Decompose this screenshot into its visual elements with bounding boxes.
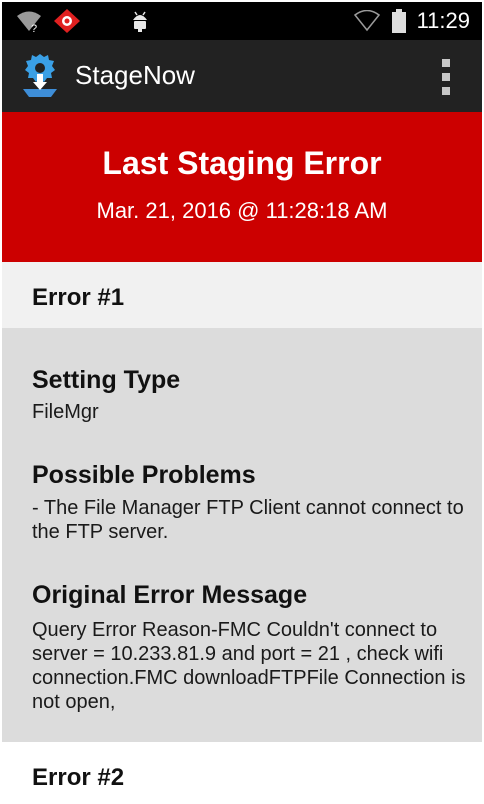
error-2-label: Error #2 bbox=[32, 764, 125, 791]
status-bar-time: 11:29 bbox=[416, 8, 470, 33]
setting-type-heading: Setting Type bbox=[32, 366, 181, 394]
battery-icon bbox=[392, 9, 406, 38]
possible-problems-text: - The File Manager FTP Client cannot con… bbox=[32, 497, 464, 543]
possible-problems-heading: Possible Problems bbox=[32, 461, 256, 489]
status-bar: ? 11:29 bbox=[2, 2, 482, 40]
stagenow-notification-icon bbox=[53, 8, 81, 39]
error-1-details: Setting Type FileMgr Possible Problems -… bbox=[2, 328, 482, 742]
error-2-header[interactable]: Error #2 bbox=[2, 742, 482, 804]
staging-error-header: Last Staging Error Mar. 21, 2016 @ 11:28… bbox=[2, 112, 482, 262]
page-title: Last Staging Error bbox=[102, 145, 382, 181]
stagenow-logo-icon[interactable] bbox=[20, 52, 60, 103]
error-1-header[interactable]: Error #1 bbox=[2, 262, 482, 328]
original-error-heading: Original Error Message bbox=[32, 581, 308, 609]
app-screen: ? 11:29 StageNow Last Staging Error Mar.… bbox=[0, 0, 484, 804]
svg-text:?: ? bbox=[31, 23, 37, 33]
wifi-question-icon: ? bbox=[16, 11, 42, 38]
app-title: StageNow bbox=[75, 60, 195, 90]
android-debug-icon bbox=[130, 9, 150, 38]
app-bar: StageNow bbox=[2, 40, 482, 112]
error-1-label: Error #1 bbox=[32, 284, 125, 311]
error-timestamp: Mar. 21, 2016 @ 11:28:18 AM bbox=[96, 198, 388, 223]
overflow-menu-icon[interactable] bbox=[438, 59, 454, 95]
wifi-signal-icon bbox=[353, 9, 381, 37]
original-error-text: Query Error Reason-FMC Couldn't connect … bbox=[32, 619, 466, 713]
setting-type-value: FileMgr bbox=[32, 401, 99, 423]
